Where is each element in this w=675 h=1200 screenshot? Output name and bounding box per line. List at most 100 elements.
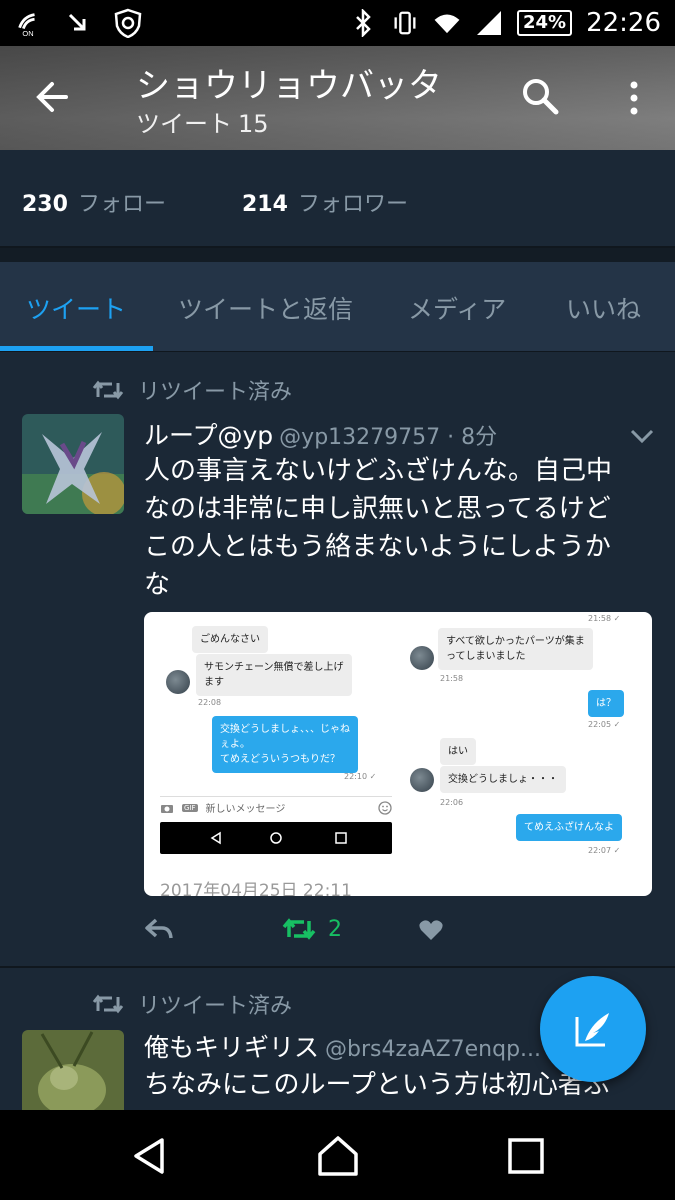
search-icon — [523, 79, 559, 115]
chat-bubble: 交換どうしましょ・・・ — [440, 766, 566, 793]
tweet-text-line: なのは非常に申し訳無いと思ってるけど — [144, 494, 611, 524]
avatar[interactable] — [22, 414, 124, 514]
chat-bubble: はい — [440, 738, 476, 765]
download-icon — [64, 9, 92, 37]
system-nav-bar — [0, 1110, 675, 1200]
compose-tweet-button[interactable] — [540, 976, 646, 1082]
heart-icon — [419, 920, 443, 940]
chat-input-placeholder: 新しいメッセージ — [205, 804, 286, 815]
chat-bubble-line: ぇよ。 — [220, 739, 250, 750]
chat-bubble-line: ってしまいました — [446, 651, 526, 662]
wifi-icon — [433, 9, 461, 37]
chat-time: 22:08 — [198, 698, 222, 707]
chat-bubble-line: てめえどういうつもりだ？ — [220, 754, 340, 765]
chat-time: 21:58 — [440, 674, 464, 683]
chat-bubble-line: サモンチェーン無償で差し上げ — [204, 662, 344, 673]
retweeted-indicator: リツイート済み — [92, 374, 292, 406]
chat-bubble: てめえふざけんなよ — [516, 814, 622, 841]
author-handle-time: @brs4zaAZ7enqp... — [325, 1037, 542, 1062]
chat-time: 22:07 ✓ — [588, 846, 621, 855]
tweet-text-line: この人とはもう絡まないようにしようか — [144, 532, 611, 562]
tweet-actions: 2 — [0, 910, 675, 954]
chat-bubble: すべて欲しかったパーツが集ま ってしまいました — [438, 628, 593, 670]
triangle-back-icon — [134, 1138, 164, 1174]
signal-icon — [475, 9, 503, 37]
vibrate-icon — [391, 9, 419, 37]
tab-tweets-and-replies[interactable]: ツイートと返信 — [178, 290, 353, 326]
more-vertical-icon — [630, 81, 638, 115]
camera-icon — [161, 804, 173, 813]
media-date-stamp: 2017年04月25日 22:11 — [160, 881, 352, 896]
chat-bubble-line: 交換どうしましょ、、、じゃね — [220, 724, 350, 735]
tweet-text-line: 人の事言えないけどふざけんな。自己中 — [144, 456, 613, 486]
bluetooth-icon — [349, 9, 377, 37]
author-handle-time: @yp13279757 · 8分 — [279, 425, 498, 450]
retweeted-indicator: リツイート済み — [92, 988, 292, 1020]
home-icon — [318, 1136, 358, 1176]
tweet-count-subtitle: ツイート 15 — [136, 104, 269, 139]
chat-time: 22:05 ✓ — [588, 720, 621, 729]
profile-header: ショウリョウバッタ ツイート 15 — [0, 46, 675, 150]
tweet-author-line: 俺もキリギリス @brs4zaAZ7enqp... — [144, 1028, 541, 1064]
page-title: ショウリョウバッタ — [136, 66, 442, 106]
arrow-left-icon — [36, 82, 68, 112]
chat-bubble: ごめんなさい — [192, 626, 268, 653]
chat-input-bar: GIF 新しいメッセージ — [160, 796, 392, 818]
following-label: フォロー — [77, 192, 166, 217]
shield-icon — [114, 8, 142, 38]
tab-tweets[interactable]: ツイート — [26, 290, 126, 326]
retweet-button[interactable]: 2 — [282, 916, 342, 942]
nfc-icon: ON — [14, 9, 42, 38]
clock: 22:26 — [586, 8, 661, 38]
chat-bubble: サモンチェーン無償で差し上げ ます — [196, 654, 352, 696]
followers-label: フォロワー — [297, 192, 408, 217]
more-options-button[interactable] — [620, 78, 648, 118]
reply-button[interactable] — [144, 916, 174, 942]
active-tab-indicator — [0, 346, 153, 351]
chat-bubble: は？ — [588, 690, 624, 717]
chat-time: 22:06 — [440, 798, 464, 807]
section-gap — [0, 248, 675, 262]
chat-avatar — [410, 646, 434, 670]
tweet-text-line: な — [144, 570, 171, 600]
chat-avatar — [410, 768, 434, 792]
grasshopper-avatar-image — [22, 1030, 124, 1110]
back-button[interactable] — [30, 74, 76, 120]
tweet-media-image[interactable]: ごめんなさい サモンチェーン無償で差し上げ ます 22:08 交換どうしましょ、… — [144, 612, 652, 896]
followers-stat[interactable]: 214 フォロワー — [242, 186, 408, 218]
chat-bubble-line: ます — [204, 677, 224, 688]
chat-bubble: 交換どうしましょ、、、じゃね ぇよ。 てめえどういうつもりだ？ — [212, 716, 358, 773]
author-name[interactable]: 俺もキリギリス — [144, 1033, 319, 1062]
chat-avatar — [166, 670, 190, 694]
nav-home-button[interactable] — [316, 1134, 360, 1178]
chat-time: 21:58 ✓ — [588, 614, 621, 623]
status-bar: ON 24% 22:26 — [0, 0, 675, 46]
tweet-count: 15 — [238, 110, 269, 138]
tweet-text: 人の事言えないけどふざけんな。自己中 なのは非常に申し訳無いと思ってるけど この… — [144, 452, 654, 604]
dragon-avatar-image — [22, 414, 124, 514]
mini-nav-bar — [160, 822, 392, 854]
reply-icon — [145, 918, 173, 939]
svg-text:ON: ON — [22, 29, 33, 38]
chat-bubble-line: すべて欲しかったパーツが集ま — [446, 636, 585, 647]
chat-time: 22:10 ✓ — [344, 772, 377, 781]
following-stat[interactable]: 230 フォロー — [22, 186, 166, 218]
chevron-down-icon — [630, 429, 654, 444]
retweeted-label: リツイート済み — [138, 994, 293, 1019]
search-button[interactable] — [518, 74, 562, 118]
nav-back-button[interactable] — [128, 1134, 172, 1178]
tab-media[interactable]: メディア — [408, 290, 506, 326]
followers-count: 214 — [242, 192, 288, 217]
tab-likes[interactable]: いいね — [566, 290, 641, 326]
nav-recents-button[interactable] — [504, 1134, 548, 1178]
tweet-menu-button[interactable] — [628, 426, 656, 446]
retweet-icon — [92, 380, 124, 400]
retweet-count: 2 — [328, 916, 342, 942]
profile-stats: 230 フォロー 214 フォロワー — [0, 150, 675, 248]
battery-indicator: 24% — [516, 10, 573, 36]
like-button[interactable] — [418, 918, 444, 942]
gif-icon: GIF — [182, 803, 198, 812]
subtitle-label: ツイート — [136, 110, 232, 138]
author-name[interactable]: ループ@yp — [144, 421, 273, 450]
avatar[interactable] — [22, 1030, 124, 1110]
